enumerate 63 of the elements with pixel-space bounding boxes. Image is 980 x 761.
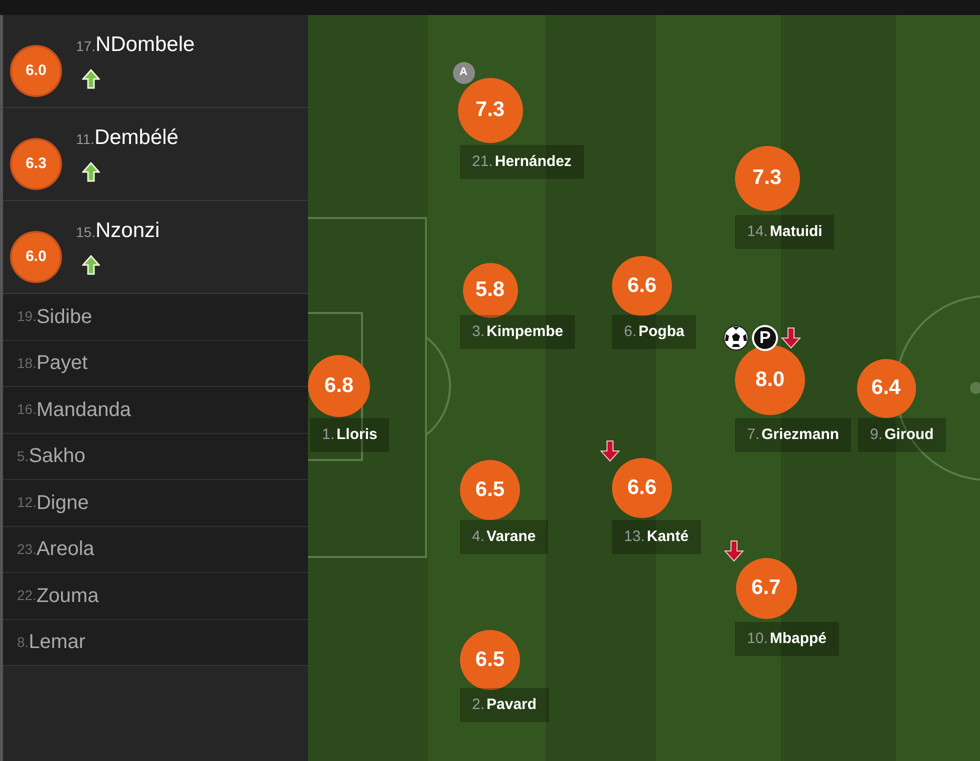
shirt-number: 22. <box>17 586 36 606</box>
substitute-row[interactable]: 6.0 17.NDombele <box>3 15 308 108</box>
rating-badge: 6.0 <box>10 45 62 97</box>
player-name: Digne <box>36 490 89 516</box>
player-name: Areola <box>36 537 94 562</box>
shirt-number: 5. <box>17 446 29 466</box>
player-name: Sakho <box>28 444 86 470</box>
center-spot <box>970 382 980 394</box>
substitute-row[interactable]: 6.3 11.Dembélé <box>3 108 308 201</box>
player-name: Varane <box>486 526 536 547</box>
player-name: Kanté <box>646 526 689 547</box>
shirt-number: 17. <box>76 37 96 56</box>
shirt-number: 6. <box>624 322 637 342</box>
shirt-number: 11. <box>76 130 94 149</box>
player-label[interactable]: 9.Giroud <box>858 418 946 452</box>
shirt-number: 4. <box>472 526 485 547</box>
player-name: Zouma <box>36 584 99 609</box>
shirt-number: 16. <box>17 400 36 420</box>
player-name: Sidibe <box>36 304 92 330</box>
player-label[interactable]: 13.Kanté <box>612 520 701 554</box>
shirt-number: 8. <box>17 632 29 652</box>
player-name: Nzonzi <box>95 218 160 244</box>
shirt-number: 19. <box>17 307 36 326</box>
shirt-number: 9. <box>870 424 883 445</box>
captain-badge: A <box>452 62 474 84</box>
player-name: Matuidi <box>770 222 822 242</box>
shirt-number: 2. <box>472 694 485 715</box>
player-name: Mandanda <box>36 398 131 423</box>
player-label[interactable]: 4.Varane <box>460 520 548 554</box>
player-name: Pavard <box>486 694 537 715</box>
rating-badge: 6.0 <box>10 231 62 283</box>
player-label[interactable]: 2.Pavard <box>460 688 549 722</box>
player-label[interactable]: 21.Hernández <box>460 145 584 179</box>
player-name: NDombele <box>95 32 195 58</box>
player-name: Lloris <box>336 424 378 445</box>
shirt-number: 18. <box>17 354 36 373</box>
penalty-badge: P <box>752 325 778 351</box>
player-label[interactable]: 10.Mbappé <box>735 622 839 656</box>
shirt-number: 3. <box>472 322 485 342</box>
player-name: Hernández <box>494 152 572 172</box>
shirt-number: 12. <box>17 493 36 512</box>
shirt-number: 21. <box>472 152 493 172</box>
player-name: Dembélé <box>94 125 178 151</box>
player-label[interactable]: 3.Kimpembe <box>460 315 576 349</box>
player-name: Kimpembe <box>486 322 564 342</box>
player-label[interactable]: 7.Griezmann <box>735 418 852 452</box>
shirt-number: 7. <box>747 424 760 445</box>
player-name: Payet <box>36 351 88 376</box>
shirt-number: 23. <box>17 540 36 559</box>
player-name: Mbappé <box>770 628 827 649</box>
shirt-number: 13. <box>624 526 645 547</box>
shirt-number: 1. <box>322 424 335 445</box>
player-label[interactable]: 1.Lloris <box>310 418 390 452</box>
shirt-number: 14. <box>747 222 768 242</box>
player-name: Lemar <box>28 630 86 656</box>
player-name: Griezmann <box>762 424 840 445</box>
shirt-number: 15. <box>76 223 96 242</box>
player-label[interactable]: 14.Matuidi <box>735 215 834 249</box>
rating-badge: 6.3 <box>10 138 62 190</box>
player-name: Pogba <box>638 322 684 342</box>
player-label[interactable]: 6.Pogba <box>612 315 696 349</box>
player-name: Giroud <box>884 424 934 445</box>
shirt-number: 10. <box>747 628 768 649</box>
